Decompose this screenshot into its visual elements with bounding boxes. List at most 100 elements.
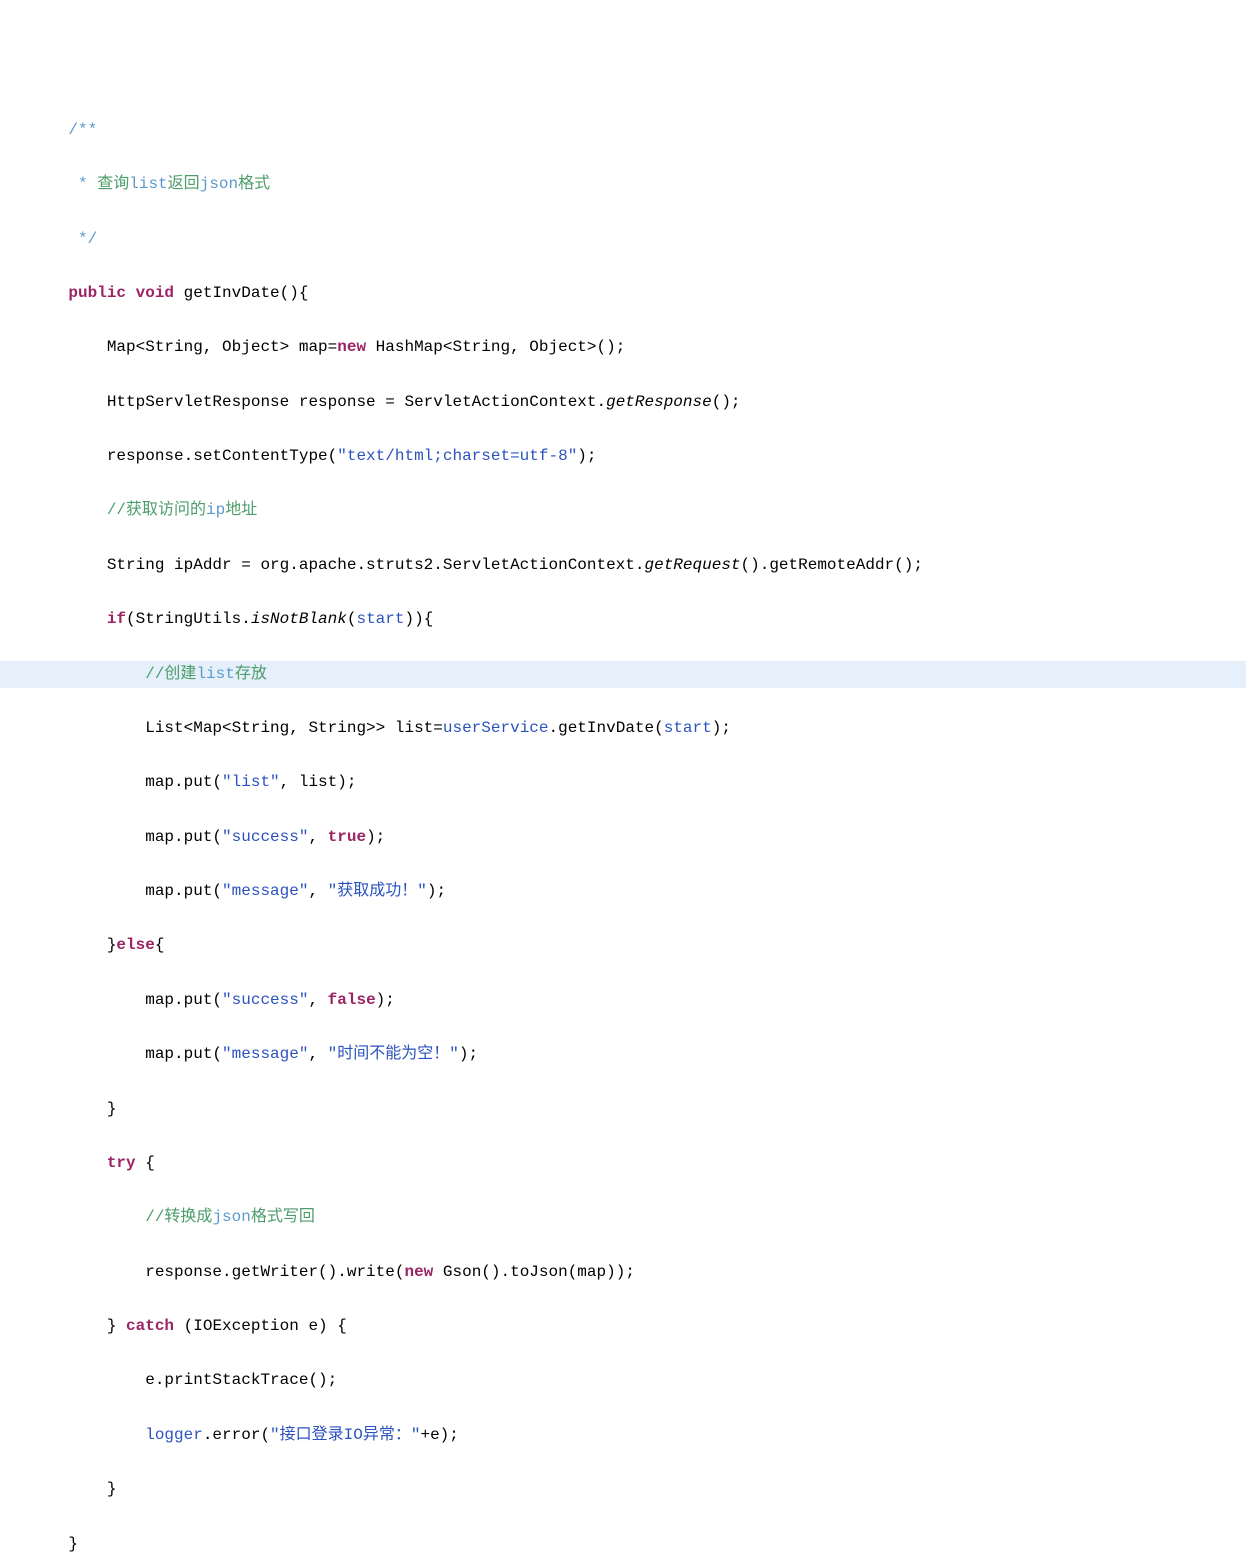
token-string: "获取成功！" — [328, 882, 427, 900]
code-line[interactable]: } — [0, 1096, 1246, 1123]
token-plain: , — [308, 991, 327, 1009]
token-string: "message" — [222, 882, 308, 900]
token-comment-doc: json — [212, 1208, 250, 1226]
token-comment: //创建 — [145, 665, 196, 683]
token-plain: (StringUtils. — [126, 610, 251, 628]
token-plain: , — [308, 828, 327, 846]
code-editor[interactable]: /** * 查询list返回json格式 */ public void getI… — [0, 117, 1246, 1562]
token-string: "success" — [222, 991, 308, 1009]
token-plain: String ipAddr = org.apache.struts2.Servl… — [107, 556, 645, 574]
token-comment-doc: json — [200, 175, 238, 193]
code-line[interactable]: //创建list存放 — [0, 661, 1246, 688]
token-plain: Map<String, Object> map= — [107, 338, 337, 356]
token-plain: map.put( — [145, 773, 222, 791]
code-line[interactable]: /** — [0, 117, 1246, 144]
code-line[interactable]: } catch (IOException e) { — [0, 1313, 1246, 1340]
token-plain: map.put( — [145, 828, 222, 846]
code-line[interactable]: * 查询list返回json格式 — [0, 171, 1246, 198]
code-line[interactable]: map.put("list", list); — [0, 769, 1246, 796]
token-plain: response.setContentType( — [107, 447, 337, 465]
token-plain: (IOException e) { — [174, 1317, 347, 1335]
code-line[interactable]: response.setContentType("text/html;chars… — [0, 443, 1246, 470]
token-plain: , — [308, 882, 327, 900]
code-line[interactable]: String ipAddr = org.apache.struts2.Servl… — [0, 552, 1246, 579]
code-line[interactable]: map.put("success", true); — [0, 824, 1246, 851]
token-plain: response.getWriter().write( — [145, 1263, 404, 1281]
token-plain: map.put( — [145, 991, 222, 1009]
code-line[interactable]: //转换成json格式写回 — [0, 1204, 1246, 1231]
code-line[interactable]: e.printStackTrace(); — [0, 1367, 1246, 1394]
token-plain: , — [308, 1045, 327, 1063]
token-comment-doc: list — [129, 175, 167, 193]
token-plain: } — [107, 1317, 126, 1335]
token-plain: } — [107, 1100, 117, 1118]
token-plain: , list); — [280, 773, 357, 791]
token-plain: Gson().toJson(map)); — [433, 1263, 635, 1281]
token-plain: e.printStackTrace(); — [145, 1371, 337, 1389]
token-comment: 格式写回 — [251, 1208, 315, 1226]
token-plain: HttpServletResponse response = ServletAc… — [107, 393, 606, 411]
token-string: "text/html;charset=utf-8" — [337, 447, 577, 465]
token-plain: } — [107, 1480, 117, 1498]
code-line[interactable]: if(StringUtils.isNotBlank(start)){ — [0, 606, 1246, 633]
token-plain: ); — [577, 447, 596, 465]
token-keyword: new — [404, 1263, 433, 1281]
token-plain: getInvDate(){ — [174, 284, 308, 302]
token-italic-method: getResponse — [606, 393, 712, 411]
code-line[interactable]: Map<String, Object> map=new HashMap<Stri… — [0, 334, 1246, 361]
token-string: "时间不能为空！" — [328, 1045, 459, 1063]
token-plain: ); — [376, 991, 395, 1009]
token-comment: 存放 — [235, 665, 267, 683]
token-keyword: try — [107, 1154, 136, 1172]
token-keyword: void — [136, 284, 174, 302]
token-comment-doc: */ — [68, 230, 97, 248]
token-plain: )){ — [404, 610, 433, 628]
token-string: "message" — [222, 1045, 308, 1063]
token-comment: 地址 — [225, 501, 257, 519]
token-bool: false — [328, 991, 376, 1009]
code-line[interactable]: HttpServletResponse response = ServletAc… — [0, 389, 1246, 416]
code-line[interactable]: */ — [0, 226, 1246, 253]
token-plain: { — [155, 936, 165, 954]
token-string: "list" — [222, 773, 280, 791]
token-plain: +e); — [420, 1426, 458, 1444]
code-line[interactable]: //获取访问的ip地址 — [0, 497, 1246, 524]
token-comment: //转换成 — [145, 1208, 212, 1226]
token-comment-doc: /** — [68, 121, 97, 139]
code-line[interactable]: map.put("message", "获取成功！"); — [0, 878, 1246, 905]
code-line[interactable]: }else{ — [0, 932, 1246, 959]
token-comment-doc: * — [68, 175, 97, 193]
token-comment-doc: list — [196, 665, 234, 683]
token-keyword: public — [68, 284, 126, 302]
token-bool: true — [328, 828, 366, 846]
code-line[interactable]: } — [0, 1531, 1246, 1558]
token-plain: ); — [459, 1045, 478, 1063]
token-plain: { — [136, 1154, 155, 1172]
token-keyword: else — [116, 936, 154, 954]
token-plain: (); — [712, 393, 741, 411]
token-comment: 格式 — [238, 175, 270, 193]
code-line[interactable]: try { — [0, 1150, 1246, 1177]
token-plain: ); — [712, 719, 731, 737]
token-comment: //获取访问的 — [107, 501, 206, 519]
token-plain: .error( — [203, 1426, 270, 1444]
token-plain: } — [107, 936, 117, 954]
token-plain — [126, 284, 136, 302]
token-plain: ); — [427, 882, 446, 900]
token-comment-doc: ip — [206, 501, 225, 519]
token-plain: HashMap<String, Object>(); — [366, 338, 625, 356]
token-plain: .getInvDate( — [549, 719, 664, 737]
code-line[interactable]: map.put("success", false); — [0, 987, 1246, 1014]
token-field: start — [664, 719, 712, 737]
token-plain: ().getRemoteAddr(); — [741, 556, 923, 574]
code-line[interactable]: map.put("message", "时间不能为空！"); — [0, 1041, 1246, 1068]
code-line[interactable]: logger.error("接口登录IO异常："+e); — [0, 1422, 1246, 1449]
code-line[interactable]: response.getWriter().write(new Gson().to… — [0, 1259, 1246, 1286]
code-line[interactable]: List<Map<String, String>> list=userServi… — [0, 715, 1246, 742]
code-line[interactable]: public void getInvDate(){ — [0, 280, 1246, 307]
token-string: "接口登录IO异常：" — [270, 1426, 420, 1444]
token-string: "success" — [222, 828, 308, 846]
code-line[interactable]: } — [0, 1476, 1246, 1503]
token-keyword: if — [107, 610, 126, 628]
token-comment: 查询 — [97, 175, 129, 193]
